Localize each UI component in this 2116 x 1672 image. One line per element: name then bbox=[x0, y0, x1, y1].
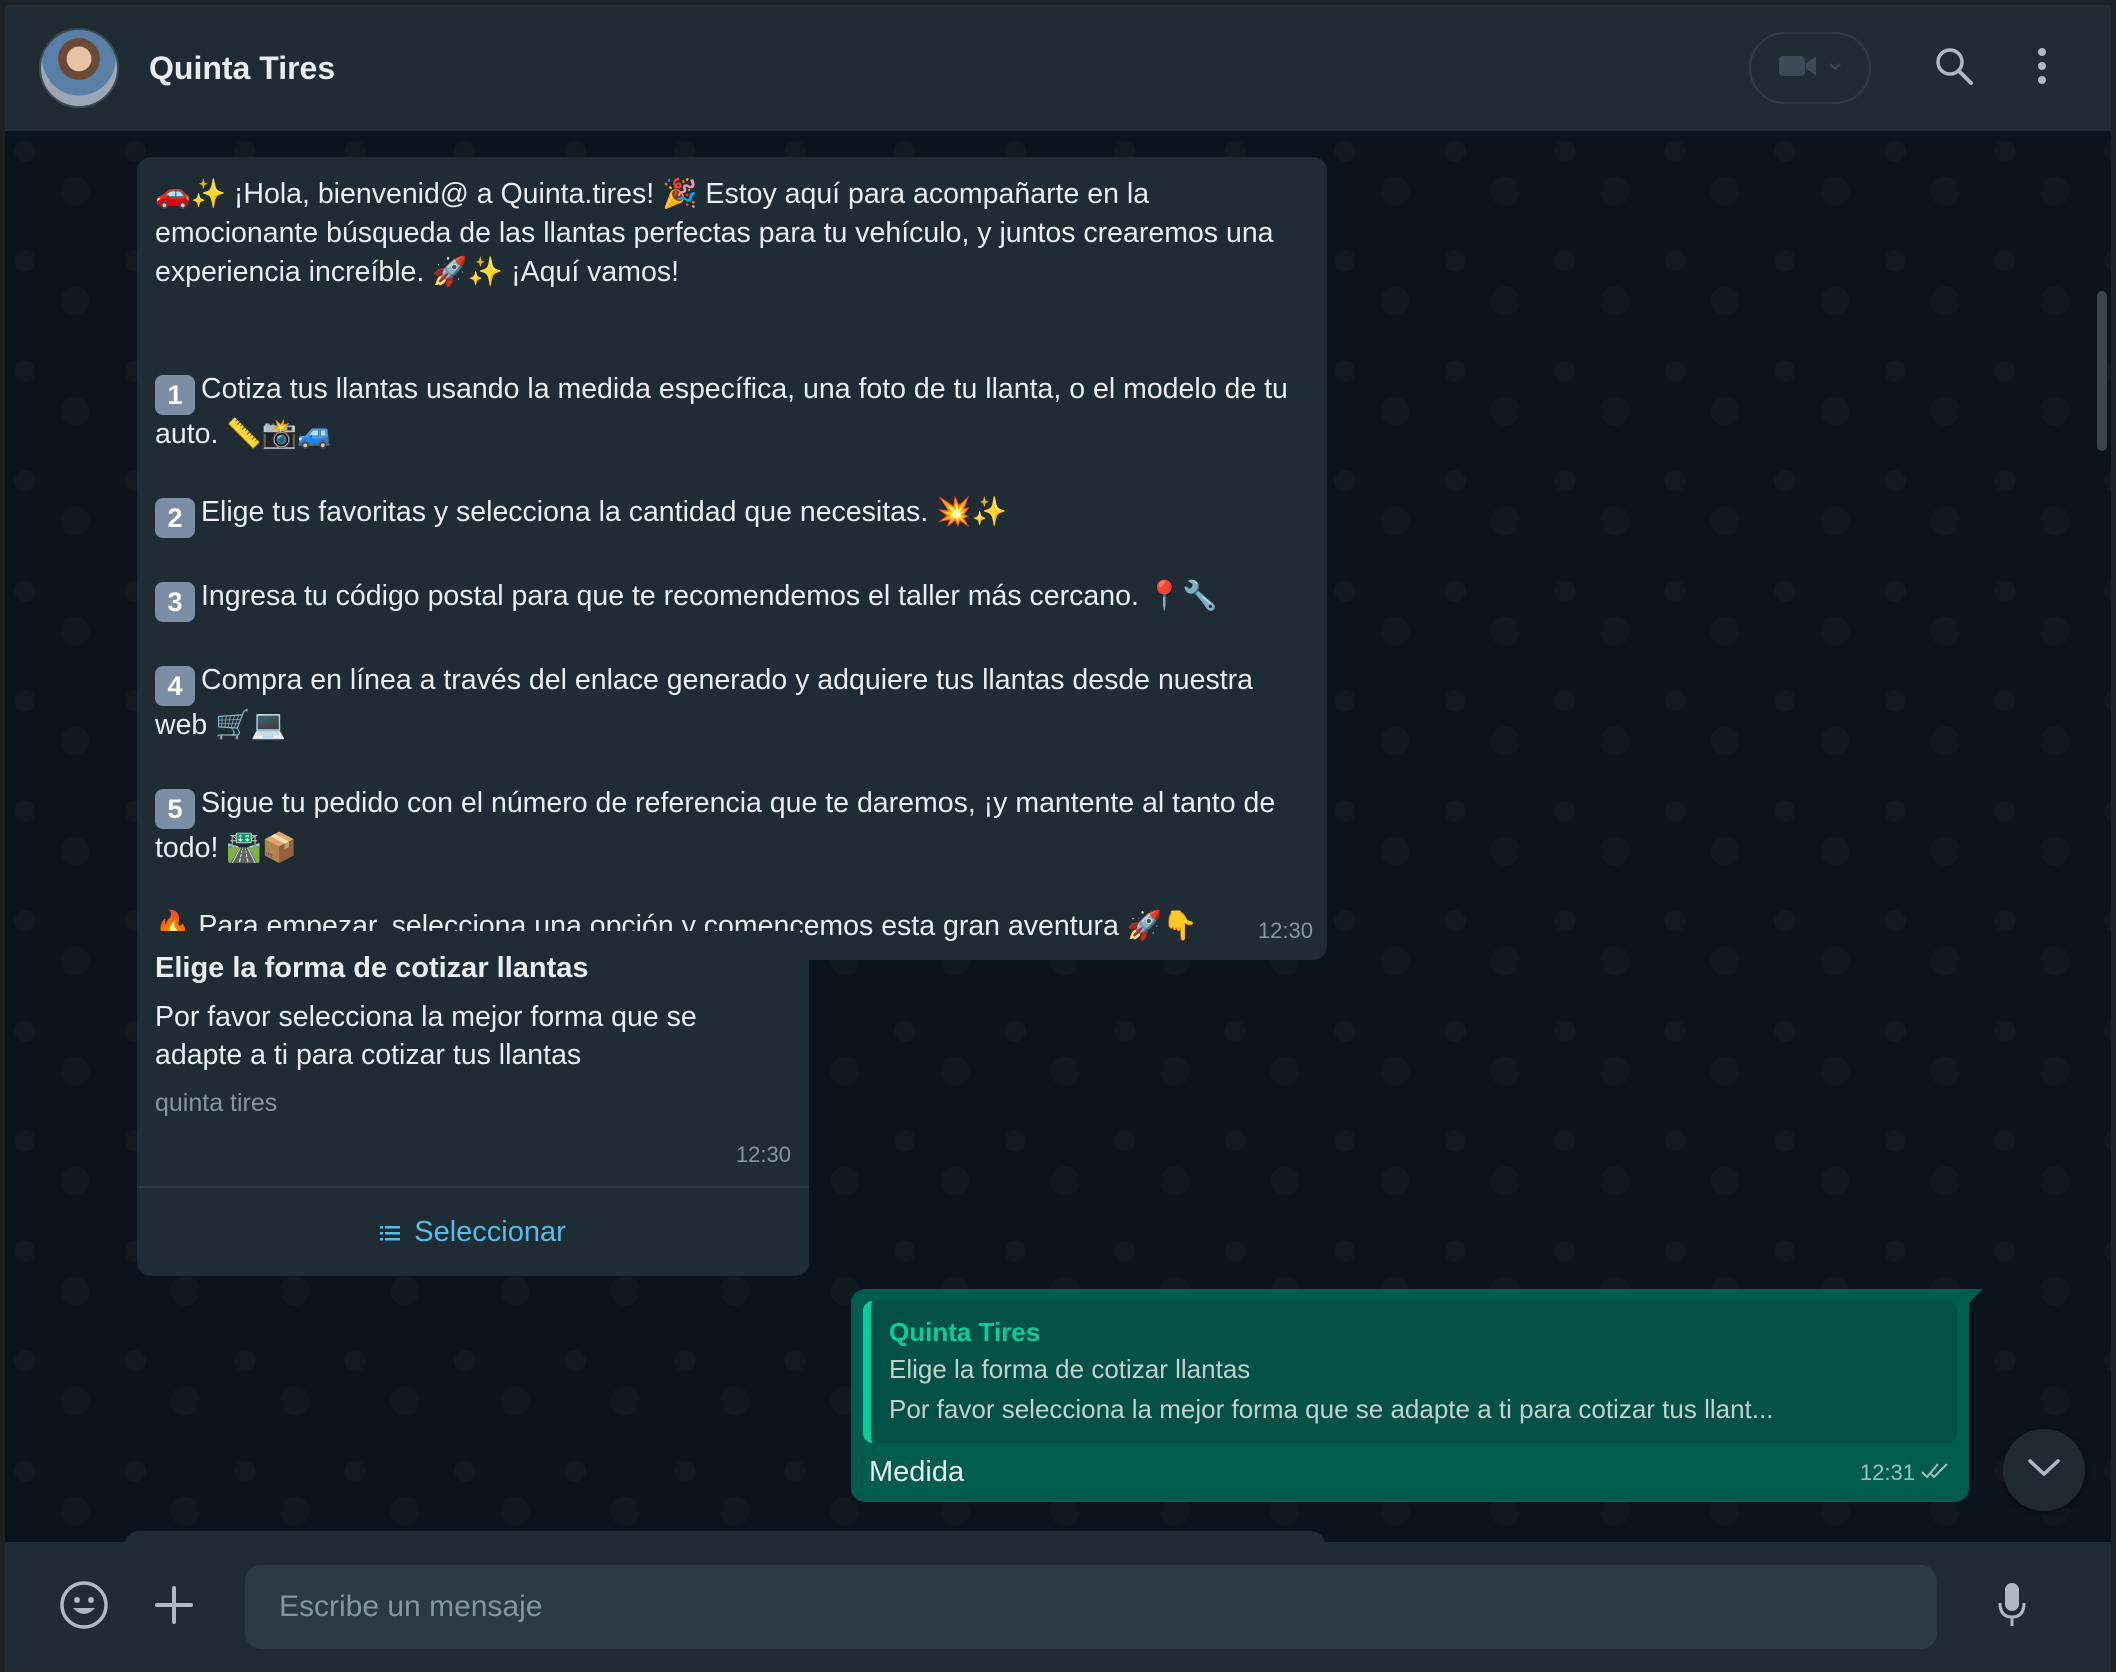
message-time: 12:30 bbox=[1257, 918, 1313, 943]
scrollbar[interactable] bbox=[2097, 291, 2107, 451]
message-list[interactable]: 🚗✨ ¡Hola, bienvenid@ a Quinta.tires! 🎉 E… bbox=[5, 131, 2111, 1542]
list-message-title: Elige la forma de cotizar llantas bbox=[155, 952, 589, 984]
quoted-sender: Quinta Tires bbox=[889, 1317, 1041, 1347]
reply-message[interactable]: Quinta Tires Elige la forma de cotizar l… bbox=[851, 1289, 1983, 1502]
reply-content: Medida 12:31 bbox=[863, 1443, 1957, 1492]
attach-button[interactable] bbox=[139, 1572, 209, 1642]
step-number-badge: 1 bbox=[155, 375, 195, 415]
quoted-title: Elige la forma de cotizar llantas bbox=[889, 1354, 1251, 1384]
avatar[interactable] bbox=[39, 28, 119, 108]
list-message-body: Por favor selecciona la mejor forma que … bbox=[155, 1001, 697, 1071]
quoted-message[interactable]: Quinta Tires Elige la forma de cotizar l… bbox=[863, 1301, 1957, 1443]
step-item: 1 Cotiza tus llantas usando la medida esp… bbox=[155, 373, 1296, 450]
video-call-icon bbox=[1778, 53, 1818, 84]
contact-name[interactable]: Quinta Tires bbox=[149, 50, 335, 87]
welcome-intro: 🚗✨ ¡Hola, bienvenid@ a Quinta.tires! 🎉 E… bbox=[155, 178, 1282, 288]
step-number-badge: 4 bbox=[155, 666, 195, 706]
list-message-footer: quinta tires bbox=[155, 1089, 278, 1117]
reply-meta: 12:31 bbox=[1860, 1453, 1951, 1492]
chevron-down-icon bbox=[2027, 1458, 2061, 1483]
scroll-down-button[interactable] bbox=[2003, 1429, 2085, 1511]
header-actions bbox=[1749, 32, 2077, 104]
emoji-icon bbox=[59, 1580, 109, 1635]
plus-icon bbox=[154, 1585, 194, 1630]
message-composer bbox=[5, 1542, 2111, 1672]
bubble-tail bbox=[1969, 1289, 1983, 1303]
message-input-box[interactable] bbox=[245, 1565, 1937, 1649]
message-input[interactable] bbox=[279, 1590, 1903, 1624]
step-item: 3 Ingresa tu código postal para que te re… bbox=[155, 577, 1309, 622]
message-time: 12:31 bbox=[1859, 1460, 1915, 1485]
step-number-badge: 5 bbox=[155, 789, 195, 829]
emoji-button[interactable] bbox=[49, 1572, 119, 1642]
message-time: 12:30 bbox=[735, 1142, 791, 1167]
chat-header: Quinta Tires bbox=[5, 5, 2111, 131]
video-call-button[interactable] bbox=[1749, 32, 1871, 104]
reply-text: Medida bbox=[869, 1456, 965, 1488]
menu-icon bbox=[2037, 47, 2047, 90]
welcome-message[interactable]: 🚗✨ ¡Hola, bienvenid@ a Quinta.tires! 🎉 E… bbox=[137, 157, 1327, 960]
list-icon bbox=[380, 1213, 401, 1252]
voice-message-button[interactable] bbox=[1977, 1572, 2047, 1642]
double-check-icon bbox=[1921, 1453, 1951, 1492]
quoted-body: Por favor selecciona la mejor forma que … bbox=[889, 1394, 1774, 1424]
mic-icon bbox=[1997, 1581, 2027, 1634]
search-icon bbox=[1934, 46, 1974, 91]
search-button[interactable] bbox=[1919, 33, 1989, 103]
menu-button[interactable] bbox=[2007, 33, 2077, 103]
select-button-label: Seleccionar bbox=[414, 1215, 566, 1248]
select-button[interactable]: Seleccionar bbox=[137, 1186, 809, 1276]
step-item: 5 Sigue tu pedido con el número de refere… bbox=[155, 787, 1284, 864]
step-number-badge: 2 bbox=[155, 498, 195, 538]
step-item: 2 Elige tus favoritas y selecciona la can… bbox=[155, 493, 1309, 538]
chat-window: Quinta Tires 🚗✨ ¡Hola, bienvenid@ a Quin… bbox=[0, 0, 2116, 1672]
list-message[interactable]: Elige la forma de cotizar llantas Por fa… bbox=[137, 931, 809, 1276]
step-number-badge: 3 bbox=[155, 582, 195, 622]
step-item: 4 Compra en línea a través del enlace gen… bbox=[155, 664, 1261, 741]
chevron-down-icon bbox=[1828, 59, 1842, 77]
next-message-edge bbox=[125, 1531, 1325, 1542]
